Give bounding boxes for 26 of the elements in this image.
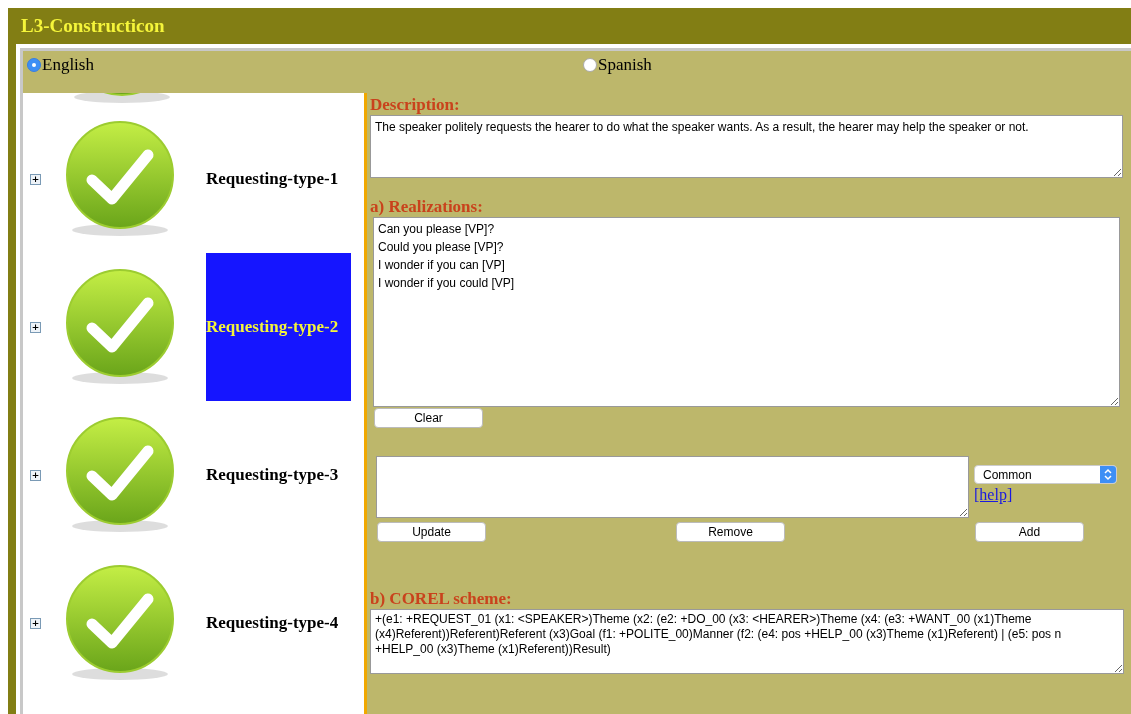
expand-button[interactable]: + <box>30 469 41 481</box>
expand-button[interactable]: + <box>30 617 41 629</box>
construction-item[interactable]: Requesting-type-2 <box>206 253 351 401</box>
section-heading: b) COREL scheme: <box>370 589 513 609</box>
clear-button[interactable]: Clear <box>374 408 483 428</box>
realization-input[interactable] <box>376 456 969 518</box>
app-title: L3-Constructicon <box>20 14 166 38</box>
action-button[interactable]: Remove <box>676 522 785 542</box>
corel-field[interactable]: +(e1: +REQUEST_01 (x1: <SPEAKER>)Theme (x2: (e2: +DO_00 (x3: <HEARER>)Theme (x4: (e3: +WANT_00 (x1)Theme (x4)Referent))Referent)Referent (x3)Goal (f1: +POLITE_00)Manner (f2: (e4: pos +HELP_00 (x3)Theme (x1)Referent) | (e5: pos n +HELP_00 (x3)Theme (x1)Referent))Result) <box>370 609 1124 674</box>
construction-item[interactable]: Requesting-type-4 <box>206 549 351 697</box>
action-button[interactable]: Update <box>377 522 486 542</box>
construction-item[interactable]: Requesting-type-3 <box>206 401 351 549</box>
type-select[interactable]: Common <box>974 465 1117 484</box>
language-label[interactable]: Spanish <box>598 55 652 75</box>
expand-button[interactable]: + <box>30 173 41 185</box>
help-link[interactable]: [help] <box>974 486 1117 504</box>
action-button[interactable]: Add <box>975 522 1084 542</box>
section-heading: a) Realizations: <box>370 197 484 217</box>
realizations-field[interactable]: Can you please [VP]? Could you please [VP]? I wonder if you can [VP] I wonder if you could [VP] <box>373 217 1120 407</box>
construction-item[interactable]: Requesting-type-1 <box>206 105 351 253</box>
language-label[interactable]: English <box>42 55 94 75</box>
description-field[interactable]: The speaker politely requests the hearer to do what the speaker wants. As a result, the hearer may help the speaker or not. <box>370 115 1123 178</box>
expand-button[interactable]: + <box>30 321 41 333</box>
radio-button[interactable] <box>583 58 597 72</box>
section-heading: Description: <box>370 95 461 115</box>
radio-button[interactable] <box>27 58 41 72</box>
